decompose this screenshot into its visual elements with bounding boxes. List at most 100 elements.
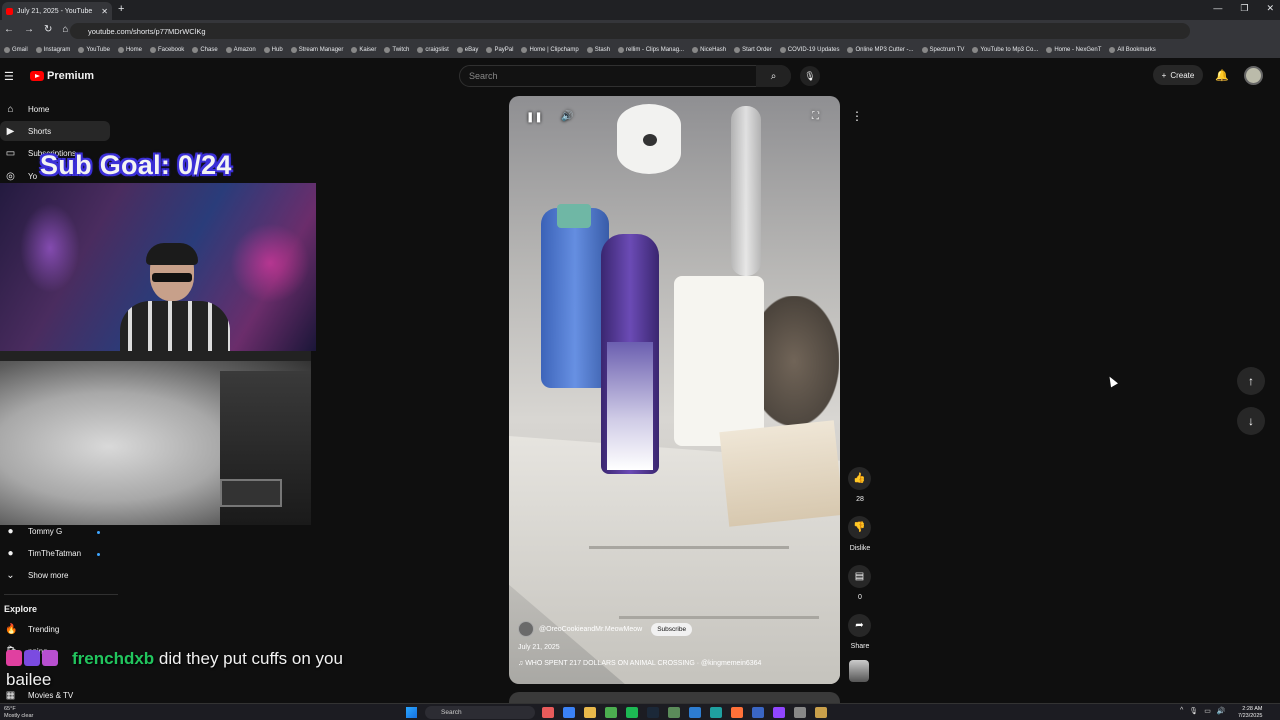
comments-button[interactable]: ▤ <box>848 565 871 588</box>
volume-icon[interactable]: 🔊 <box>561 111 573 122</box>
mic-tray-icon[interactable]: 🎙 <box>1189 707 1198 715</box>
streamer-figure <box>120 243 230 351</box>
create-button[interactable]: + Create <box>1153 65 1203 85</box>
back-icon[interactable]: ← <box>4 24 14 35</box>
bookmark-item[interactable]: eBay <box>456 47 478 53</box>
bookmark-favicon-icon <box>263 47 270 53</box>
bookmark-label: Home | Clipchamp <box>529 47 579 53</box>
bookmark-item[interactable]: Instagram <box>35 47 71 53</box>
bookmark-item[interactable]: Stash <box>586 47 610 53</box>
voice-search-button[interactable]: 🎙 <box>800 66 820 86</box>
next-short-button[interactable]: ↓ <box>1237 407 1265 435</box>
pause-icon[interactable]: ❚❚ <box>526 112 543 123</box>
show-more-button[interactable]: ⌄ Show more <box>0 565 110 585</box>
bookmark-item[interactable]: All Bookmarks <box>1109 47 1156 53</box>
app-icon[interactable] <box>563 707 575 718</box>
bookmark-item[interactable]: Kaiser <box>351 47 376 53</box>
app-icon[interactable] <box>794 707 806 718</box>
bookmark-label: Instagram <box>43 47 71 53</box>
bookmark-item[interactable]: Spectrum TV <box>921 47 964 53</box>
windows-start-icon[interactable] <box>406 707 417 718</box>
sound-thumbnail[interactable] <box>849 660 869 682</box>
bookmark-favicon-icon <box>149 47 156 53</box>
bookmark-item[interactable]: Online MP3 Cutter -... <box>847 47 914 53</box>
share-button[interactable]: ➦ <box>848 614 871 637</box>
home-browser-icon[interactable]: ⌂ <box>62 24 68 35</box>
browser-tab[interactable]: July 21, 2025 - YouTube ✕ <box>2 2 112 20</box>
notifications-bell-icon[interactable]: 🔔 <box>1215 69 1229 82</box>
bookmark-item[interactable]: Home | Clipchamp <box>521 47 579 53</box>
video-title[interactable]: ♫ WHO SPENT 217 DOLLARS ON ANIMAL CROSSI… <box>518 660 761 667</box>
forward-icon[interactable]: → <box>24 24 34 35</box>
dislike-button[interactable]: 👎 <box>848 516 871 539</box>
spotify-icon[interactable] <box>626 707 638 718</box>
bookmark-label: Start Order <box>742 47 772 53</box>
sidebar-item-home[interactable]: ⌂ Home <box>0 99 110 119</box>
bookmark-item[interactable]: PayPal <box>486 47 513 53</box>
bookmark-item[interactable]: Amazon <box>225 47 256 53</box>
bookmark-item[interactable]: craigslist <box>417 47 449 53</box>
bookmark-label: Kaiser <box>359 47 377 53</box>
app-icon[interactable] <box>689 707 701 718</box>
fullscreen-icon[interactable]: ⛶ <box>812 111 819 122</box>
close-tab-icon[interactable]: ✕ <box>101 7 108 16</box>
bookmark-favicon-icon <box>521 47 528 53</box>
edge-icon[interactable] <box>710 707 722 718</box>
tray-chevron-icon[interactable]: ^ <box>1180 707 1183 715</box>
shorts-video-player[interactable] <box>509 96 840 684</box>
url-field[interactable]: youtube.com/shorts/p77MDrWClKg <box>70 23 1190 39</box>
youtube-favicon-icon <box>6 7 13 15</box>
account-avatar[interactable] <box>1244 66 1263 85</box>
sidebar-channel-timthetatman[interactable]: ● TimTheTatman <box>0 543 110 563</box>
channel-handle[interactable]: @OreoCookieandMr.MeowMeow <box>539 626 642 633</box>
app-icon[interactable] <box>752 707 764 718</box>
new-tab-button[interactable]: + <box>118 3 124 15</box>
bookmark-item[interactable]: Facebook <box>149 47 184 53</box>
channel-avatar: ● <box>7 525 14 537</box>
subscribe-button[interactable]: Subscribe <box>651 622 693 636</box>
bookmark-label: Home - NexGenT <box>1054 47 1102 53</box>
bookmark-item[interactable]: Home <box>117 47 142 53</box>
previous-short-button[interactable]: ↑ <box>1237 367 1265 395</box>
taskbar-clock[interactable]: 2:28 AM 7/23/2025 <box>1238 706 1262 719</box>
reload-icon[interactable]: ↻ <box>44 24 52 35</box>
bookmark-item[interactable]: rellim - Clips Manag... <box>618 47 684 53</box>
sidebar-item-trending[interactable]: 🔥 Trending <box>0 619 110 639</box>
search-button[interactable]: ⌕ <box>756 65 791 87</box>
chrome-icon[interactable] <box>605 707 617 718</box>
firefox-icon[interactable] <box>731 707 743 718</box>
channel-avatar[interactable] <box>518 621 534 637</box>
steam-icon[interactable] <box>647 707 659 718</box>
bookmark-item[interactable]: Home - NexGenT <box>1046 47 1101 53</box>
menu-icon[interactable]: ☰ <box>4 70 16 83</box>
bookmark-label: rellim - Clips Manag... <box>626 47 685 53</box>
close-window-icon[interactable]: ✕ <box>1266 3 1274 14</box>
browser-tab-bar: July 21, 2025 - YouTube ✕ + — ❐ ✕ <box>0 0 1280 20</box>
network-icon[interactable]: ▭ <box>1204 707 1211 715</box>
volume-tray-icon[interactable]: 🔊 <box>1217 707 1226 715</box>
bookmark-item[interactable]: Stream Manager <box>290 47 343 53</box>
sidebar-item-shorts[interactable]: ▶ Shorts <box>0 121 110 141</box>
search-input[interactable]: Search <box>459 65 791 87</box>
bookmark-item[interactable]: Gmail <box>4 47 28 53</box>
twitch-icon[interactable] <box>773 707 785 718</box>
bookmark-item[interactable]: Start Order <box>734 47 772 53</box>
app-icon[interactable] <box>542 707 554 718</box>
more-options-icon[interactable]: ⋮ <box>851 109 863 123</box>
app-icon[interactable] <box>668 707 680 718</box>
bookmark-item[interactable]: Twitch <box>384 47 409 53</box>
folder-icon[interactable] <box>584 707 596 718</box>
taskbar-search[interactable]: Search <box>425 706 535 719</box>
bookmark-item[interactable]: Hub <box>263 47 283 53</box>
bookmark-item[interactable]: YouTube to Mp3 Co... <box>972 47 1038 53</box>
bookmark-item[interactable]: YouTube <box>78 47 110 53</box>
youtube-logo[interactable]: Premium <box>30 70 94 82</box>
minimize-icon[interactable]: — <box>1213 3 1222 14</box>
app-icon[interactable] <box>815 707 827 718</box>
like-button[interactable]: 👍 <box>848 467 871 490</box>
bookmark-item[interactable]: COVID-19 Updates <box>779 47 839 53</box>
bookmark-item[interactable]: Chase <box>192 47 218 53</box>
weather-widget[interactable]: 65°F Mostly clear <box>4 706 33 719</box>
maximize-icon[interactable]: ❐ <box>1240 3 1248 14</box>
bookmark-item[interactable]: NiceHash <box>692 47 726 53</box>
